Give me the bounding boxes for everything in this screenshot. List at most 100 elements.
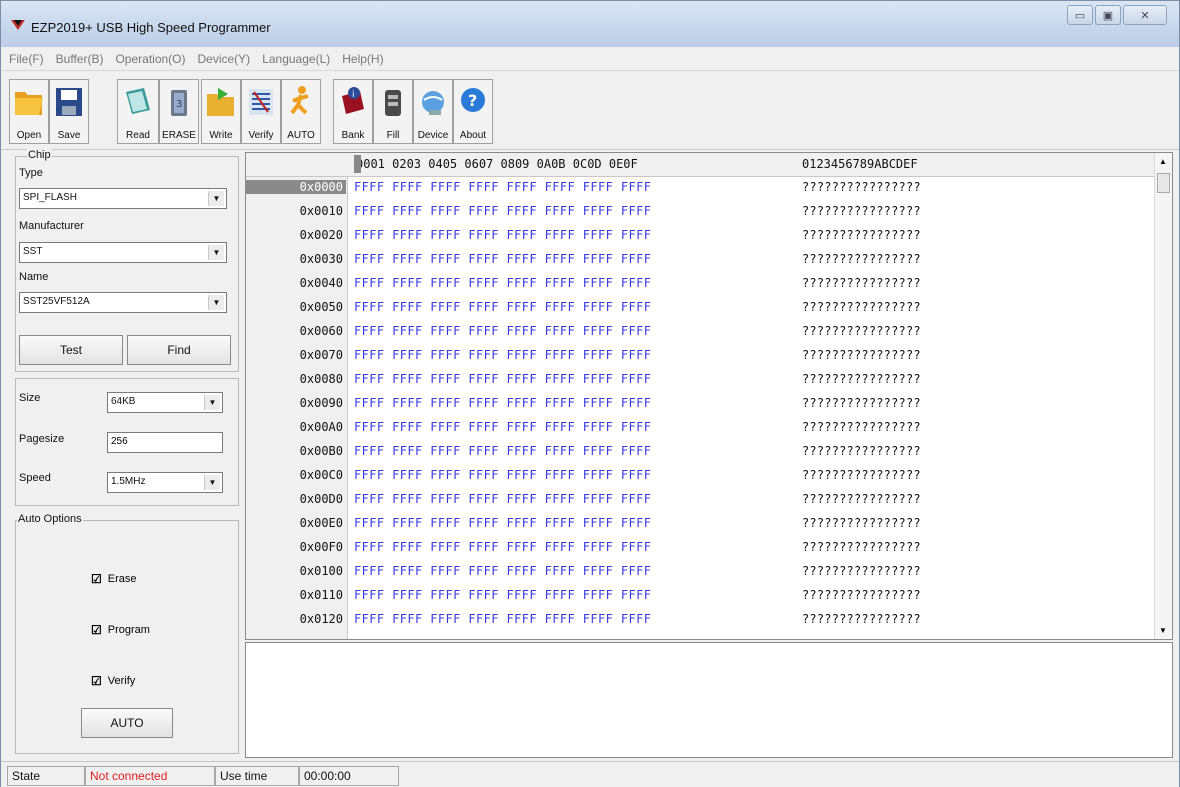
log-area[interactable] bbox=[245, 642, 1173, 758]
row-hex-bytes[interactable]: FFFF FFFF FFFF FFFF FFFF FFFF FFFF FFFF bbox=[354, 516, 651, 530]
minimize-icon[interactable]: ▭ bbox=[1067, 5, 1093, 25]
row-ascii: ???????????????? bbox=[802, 252, 921, 266]
row-ascii: ???????????????? bbox=[802, 372, 921, 386]
checkmark-icon: ☑ bbox=[91, 674, 102, 688]
name-select[interactable]: SST25VF512A ▼ bbox=[19, 292, 227, 313]
save-button[interactable]: Save bbox=[49, 79, 89, 144]
row-hex-bytes[interactable]: FFFF FFFF FFFF FFFF FFFF FFFF FFFF FFFF bbox=[354, 420, 651, 434]
hex-row[interactable]: 0x00D0 FFFF FFFF FFFF FFFF FFFF FFFF FFFF… bbox=[246, 489, 1172, 509]
row-hex-bytes[interactable]: FFFF FFFF FFFF FFFF FFFF FFFF FFFF FFFF bbox=[354, 396, 651, 410]
hex-row[interactable]: 0x00F0 FFFF FFFF FFFF FFFF FFFF FFFF FFFF… bbox=[246, 537, 1172, 557]
maximize-icon[interactable]: ▣ bbox=[1095, 5, 1121, 25]
row-hex-bytes[interactable]: FFFF FFFF FFFF FFFF FFFF FFFF FFFF FFFF bbox=[354, 348, 651, 362]
row-address: 0x0030 bbox=[299, 252, 343, 266]
hex-row[interactable]: 0x0020 FFFF FFFF FFFF FFFF FFFF FFFF FFFF… bbox=[246, 225, 1172, 245]
verify-button[interactable]: Verify bbox=[241, 79, 281, 144]
row-address: 0x0120 bbox=[299, 612, 343, 626]
erase-checkbox[interactable]: ☑ Erase bbox=[91, 572, 137, 586]
hex-row[interactable]: 0x0060 FFFF FFFF FFFF FFFF FFFF FFFF FFFF… bbox=[246, 321, 1172, 341]
menu-operation[interactable]: Operation(O) bbox=[115, 52, 185, 66]
read-button[interactable]: Read bbox=[117, 79, 159, 144]
hex-row[interactable]: 0x0010 FFFF FFFF FFFF FFFF FFFF FFFF FFFF… bbox=[246, 201, 1172, 221]
folder-open-icon bbox=[15, 92, 43, 115]
program-checkbox[interactable]: ☑ Program bbox=[91, 623, 150, 637]
auto-options-auto-button[interactable]: AUTO bbox=[81, 708, 173, 738]
verify-checkbox[interactable]: ☑ Verify bbox=[91, 674, 135, 688]
auto-button[interactable]: AUTO bbox=[281, 79, 321, 144]
row-hex-bytes[interactable]: FFFF FFFF FFFF FFFF FFFF FFFF FFFF FFFF bbox=[354, 276, 651, 290]
row-hex-bytes[interactable]: FFFF FFFF FFFF FFFF FFFF FFFF FFFF FFFF bbox=[354, 300, 651, 314]
chip-group-label: Chip bbox=[27, 149, 52, 161]
row-hex-bytes[interactable]: FFFF FFFF FFFF FFFF FFFF FFFF FFFF FFFF bbox=[354, 324, 651, 338]
row-address: 0x0040 bbox=[299, 276, 343, 290]
hex-row[interactable]: 0x00E0 FFFF FFFF FFFF FFFF FFFF FFFF FFFF… bbox=[246, 513, 1172, 533]
row-hex-bytes[interactable]: FFFF FFFF FFFF FFFF FFFF FFFF FFFF FFFF bbox=[354, 444, 651, 458]
hex-header: 0001 0203 0405 0607 0809 0A0B 0C0D 0E0F … bbox=[246, 153, 1172, 177]
menu-help[interactable]: Help(H) bbox=[342, 52, 383, 66]
test-button[interactable]: Test bbox=[19, 335, 123, 365]
close-icon[interactable]: ✕ bbox=[1123, 5, 1167, 25]
find-button[interactable]: Find bbox=[127, 335, 231, 365]
row-hex-bytes[interactable]: FFFF FFFF FFFF FFFF FFFF FFFF FFFF FFFF bbox=[354, 372, 651, 386]
hex-row[interactable]: 0x0110 FFFF FFFF FFFF FFFF FFFF FFFF FFFF… bbox=[246, 585, 1172, 605]
menu-file[interactable]: File(F) bbox=[9, 52, 44, 66]
hex-row[interactable]: 0x00A0 FFFF FFFF FFFF FFFF FFFF FFFF FFFF… bbox=[246, 417, 1172, 437]
menu-bar: File(F) Buffer(B) Operation(O) Device(Y)… bbox=[1, 47, 1179, 71]
row-hex-bytes[interactable]: FFFF FFFF FFFF FFFF FFFF FFFF FFFF FFFF bbox=[354, 492, 651, 506]
menu-device[interactable]: Device(Y) bbox=[198, 52, 251, 66]
row-address: 0x0050 bbox=[299, 300, 343, 314]
manufacturer-label: Manufacturer bbox=[19, 220, 84, 232]
row-hex-bytes[interactable]: FFFF FFFF FFFF FFFF FFFF FFFF FFFF FFFF bbox=[354, 468, 651, 482]
hex-row[interactable]: 0x0100 FFFF FFFF FFFF FFFF FFFF FFFF FFFF… bbox=[246, 561, 1172, 581]
hex-row[interactable]: 0x0040 FFFF FFFF FFFF FFFF FFFF FFFF FFFF… bbox=[246, 273, 1172, 293]
row-hex-bytes[interactable]: FFFF FFFF FFFF FFFF FFFF FFFF FFFF FFFF bbox=[354, 612, 651, 626]
row-hex-bytes[interactable]: FFFF FFFF FFFF FFFF FFFF FFFF FFFF FFFF bbox=[354, 228, 651, 242]
hex-row[interactable]: 0x00B0 FFFF FFFF FFFF FFFF FFFF FFFF FFFF… bbox=[246, 441, 1172, 461]
row-ascii: ???????????????? bbox=[802, 204, 921, 218]
hex-row[interactable]: 0x0090 FFFF FFFF FFFF FFFF FFFF FFFF FFFF… bbox=[246, 393, 1172, 413]
row-ascii: ???????????????? bbox=[802, 492, 921, 506]
hex-editor[interactable]: 0001 0203 0405 0607 0809 0A0B 0C0D 0E0F … bbox=[245, 152, 1173, 640]
device-button[interactable]: Device bbox=[413, 79, 453, 144]
open-button[interactable]: Open bbox=[9, 79, 49, 144]
checkmark-icon: ☑ bbox=[91, 572, 102, 586]
menu-buffer[interactable]: Buffer(B) bbox=[56, 52, 104, 66]
hex-row[interactable]: 0x0050 FFFF FFFF FFFF FFFF FFFF FFFF FFFF… bbox=[246, 297, 1172, 317]
size-select[interactable]: 64KB ▼ bbox=[107, 392, 223, 413]
scrollbar-thumb[interactable] bbox=[1157, 173, 1170, 193]
vertical-scrollbar[interactable]: ▲ ▼ bbox=[1154, 153, 1172, 639]
name-label: Name bbox=[19, 271, 49, 283]
fill-button[interactable]: Fill bbox=[373, 79, 413, 144]
hex-row[interactable]: 0x00C0 FFFF FFFF FFFF FFFF FFFF FFFF FFFF… bbox=[246, 465, 1172, 485]
hex-row[interactable]: 0x0070 FFFF FFFF FFFF FFFF FFFF FFFF FFFF… bbox=[246, 345, 1172, 365]
about-button[interactable]: ? About bbox=[453, 79, 493, 144]
write-button[interactable]: Write bbox=[201, 79, 241, 144]
svg-text:i: i bbox=[352, 90, 355, 100]
use-time-value: 00:00:00 bbox=[299, 766, 399, 786]
state-label: State bbox=[7, 766, 85, 786]
manufacturer-select[interactable]: SST ▼ bbox=[19, 242, 227, 263]
scroll-down-icon[interactable]: ▼ bbox=[1159, 626, 1167, 635]
hex-row[interactable]: 0x0030 FFFF FFFF FFFF FFFF FFFF FFFF FFFF… bbox=[246, 249, 1172, 269]
hex-row[interactable]: 0x0000 FFFF FFFF FFFF FFFF FFFF FFFF FFFF… bbox=[246, 177, 1172, 197]
erase-button[interactable]: 3 ERASE bbox=[159, 79, 199, 144]
device-globe-icon bbox=[422, 91, 444, 115]
row-hex-bytes[interactable]: FFFF FFFF FFFF FFFF FFFF FFFF FFFF FFFF bbox=[354, 564, 651, 578]
menu-language[interactable]: Language(L) bbox=[262, 52, 330, 66]
row-hex-bytes[interactable]: FFFF FFFF FFFF FFFF FFFF FFFF FFFF FFFF bbox=[354, 204, 651, 218]
auto-options-label: Auto Options bbox=[17, 513, 83, 525]
type-select[interactable]: SPI_FLASH ▼ bbox=[19, 188, 227, 209]
hex-row[interactable]: 0x0080 FFFF FFFF FFFF FFFF FFFF FFFF FFFF… bbox=[246, 369, 1172, 389]
hex-row[interactable]: 0x0120 FFFF FFFF FFFF FFFF FFFF FFFF FFFF… bbox=[246, 609, 1172, 629]
row-ascii: ???????????????? bbox=[802, 420, 921, 434]
app-icon bbox=[11, 20, 25, 30]
row-hex-bytes[interactable]: FFFF FFFF FFFF FFFF FFFF FFFF FFFF FFFF bbox=[354, 540, 651, 554]
row-hex-bytes[interactable]: FFFF FFFF FFFF FFFF FFFF FFFF FFFF FFFF bbox=[354, 180, 651, 194]
row-hex-bytes[interactable]: FFFF FFFF FFFF FFFF FFFF FFFF FFFF FFFF bbox=[354, 252, 651, 266]
scroll-up-icon[interactable]: ▲ bbox=[1159, 157, 1167, 166]
row-hex-bytes[interactable]: FFFF FFFF FFFF FFFF FFFF FFFF FFFF FFFF bbox=[354, 588, 651, 602]
speed-select[interactable]: 1.5MHz ▼ bbox=[107, 472, 223, 493]
bank-button[interactable]: i Bank bbox=[333, 79, 373, 144]
pagesize-field[interactable]: 256 bbox=[107, 432, 223, 453]
row-ascii: ???????????????? bbox=[802, 468, 921, 482]
